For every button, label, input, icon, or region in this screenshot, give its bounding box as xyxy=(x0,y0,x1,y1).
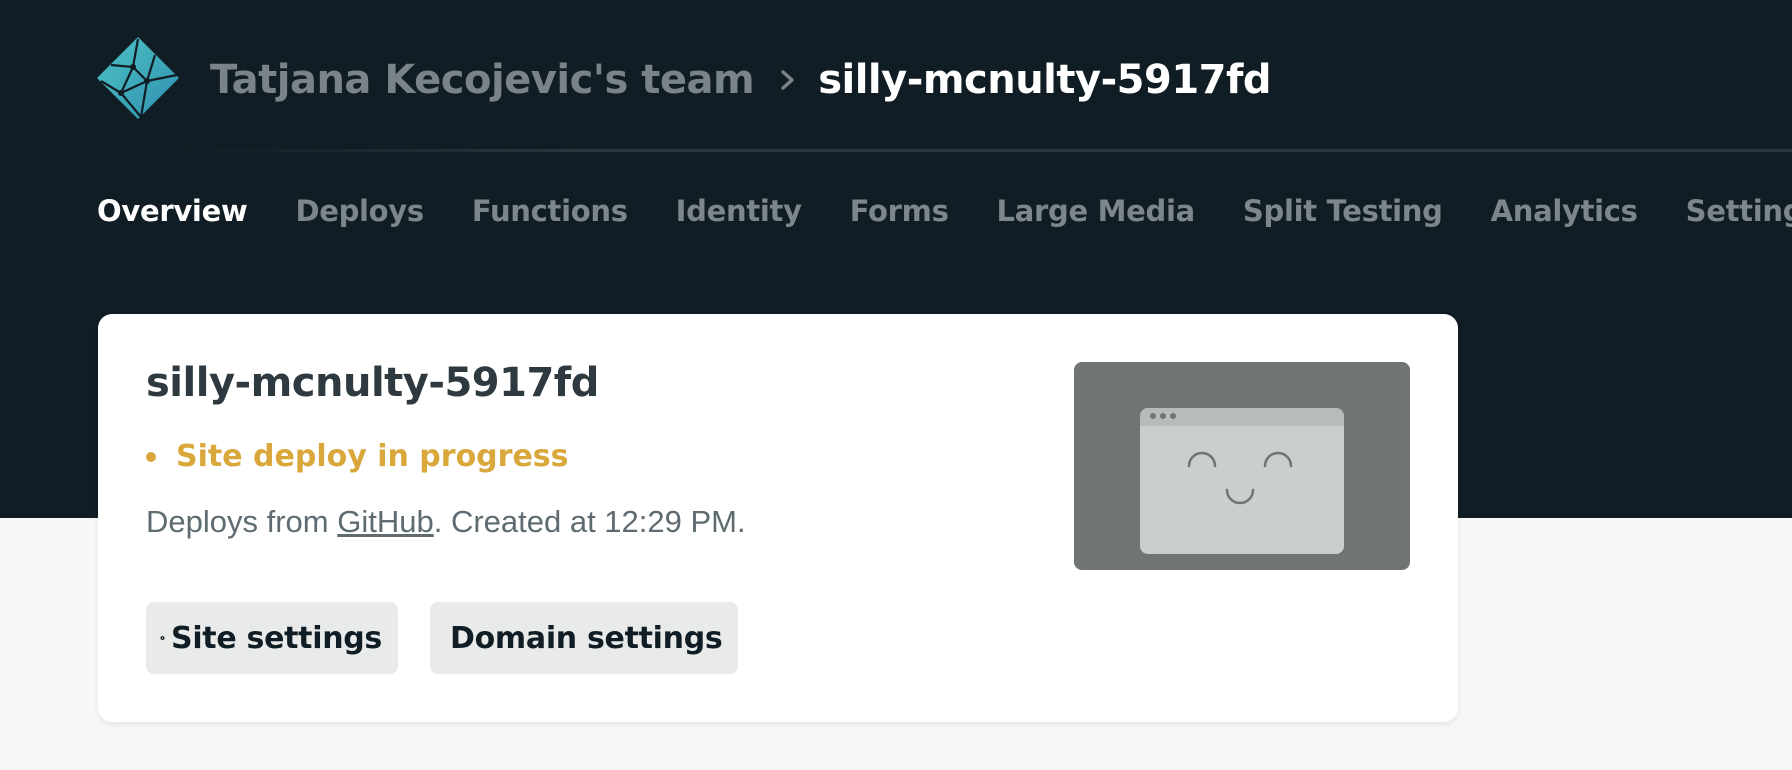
tab-identity[interactable]: Identity xyxy=(676,194,802,228)
site-settings-button[interactable]: Site settings xyxy=(146,602,398,674)
breadcrumb-site-name[interactable]: silly-mcnulty-5917fd xyxy=(818,57,1271,103)
deploy-info-suffix: . Created at 12:29 PM. xyxy=(433,504,746,539)
tab-split-testing[interactable]: Split Testing xyxy=(1243,194,1443,228)
site-preview-thumbnail[interactable] xyxy=(1074,362,1410,570)
deploy-status-text: Site deploy in progress xyxy=(176,439,569,474)
status-dot-icon xyxy=(146,451,156,462)
site-nav-tabs: Overview Deploys Functions Identity Form… xyxy=(97,189,1792,233)
site-settings-label: Site settings xyxy=(171,620,382,656)
tab-deploys[interactable]: Deploys xyxy=(295,194,424,228)
site-title: silly-mcnulty-5917fd xyxy=(146,360,599,406)
deploy-info: Deploys from GitHub. Created at 12:29 PM… xyxy=(146,504,746,540)
breadcrumb: Tatjana Kecojevic's team silly-mcnulty-5… xyxy=(210,50,1272,110)
tab-settings[interactable]: Settings xyxy=(1686,194,1792,228)
domain-settings-button[interactable]: Domain settings xyxy=(430,602,738,674)
site-overview-card: silly-mcnulty-5917fd Site deploy in prog… xyxy=(98,314,1458,722)
gear-icon xyxy=(160,635,165,641)
tab-large-media[interactable]: Large Media xyxy=(997,194,1196,228)
tab-functions[interactable]: Functions xyxy=(472,194,628,228)
deploy-status: Site deploy in progress xyxy=(146,439,569,474)
tab-forms[interactable]: Forms xyxy=(850,194,949,228)
breadcrumb-team-link[interactable]: Tatjana Kecojevic's team xyxy=(210,57,755,103)
github-link[interactable]: GitHub xyxy=(337,504,433,539)
chevron-right-icon xyxy=(781,70,794,90)
header-divider xyxy=(180,149,1792,152)
deploy-info-prefix: Deploys from xyxy=(146,504,338,539)
netlify-logo-icon[interactable] xyxy=(97,37,179,119)
tab-analytics[interactable]: Analytics xyxy=(1491,194,1638,228)
tab-overview[interactable]: Overview xyxy=(97,194,248,228)
browser-smiley-placeholder-icon xyxy=(1140,408,1344,554)
domain-settings-label: Domain settings xyxy=(450,620,723,656)
